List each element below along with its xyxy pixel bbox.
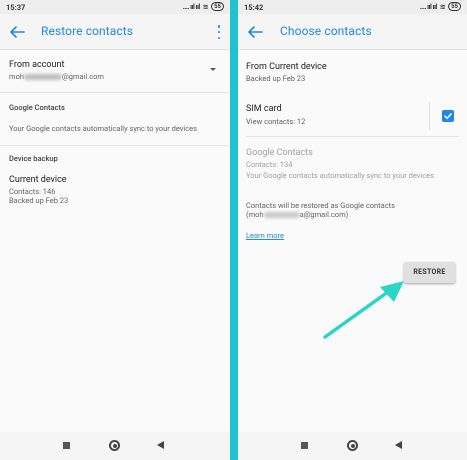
navigation-bar (238, 432, 467, 460)
google-contacts-title: Google Contacts (246, 148, 313, 158)
sim-card-contacts[interactable]: View contacts: 12 (246, 117, 305, 126)
source-backup-date: Backed up Feb 23 (246, 74, 306, 83)
source-title: From Current device (246, 62, 327, 72)
redacted-text (263, 212, 300, 219)
divider (0, 145, 230, 146)
google-contacts-count: Contacts: 134 (246, 160, 293, 169)
status-bar: 15:42 .... ııl ııl ≋ 55 (238, 0, 467, 14)
app-bar: Restore contacts (0, 14, 230, 50)
device-name: Current device (9, 175, 67, 185)
email-prefix: (moh (246, 210, 264, 219)
divider (246, 136, 459, 137)
signal-icon: .... ııl ııl (419, 2, 437, 11)
status-icons: .... ııl ııl ≋ 55 (420, 2, 461, 11)
circle-icon[interactable] (347, 440, 358, 451)
sim-card-option[interactable]: SIM card View contacts: 12 (238, 98, 467, 134)
restore-note-email: (moh a@gmail.com) (246, 210, 348, 219)
divider (0, 92, 230, 93)
status-time: 15:37 (6, 3, 26, 12)
sim-card-title: SIM card (246, 104, 282, 114)
battery-icon: 55 (211, 2, 224, 11)
wifi-icon: ≋ (439, 2, 446, 11)
learn-more-link[interactable]: Learn more (246, 231, 284, 240)
email-prefix: moh (9, 72, 24, 81)
checkbox-checked-icon[interactable] (442, 110, 454, 122)
account-email: moh @gmail.com (9, 72, 104, 81)
page-title: Restore contacts (41, 24, 134, 38)
signal-icon: .... ııl ııl (182, 2, 200, 11)
arrow-left-icon[interactable] (8, 24, 26, 40)
triangle-back-icon[interactable] (157, 441, 164, 449)
right-screen-choose-contacts: 15:42 .... ııl ııl ≋ 55 Choose contacts … (238, 0, 467, 460)
left-screen-restore-contacts: 15:37 .... ııl ııl ≋ 55 Restore contacts… (0, 0, 230, 460)
main-content: From Current device Backed up Feb 23 SIM… (238, 50, 467, 432)
google-contacts-description: Your Google contacts automatically sync … (246, 171, 435, 180)
divider (429, 102, 430, 130)
status-bar: 15:37 .... ııl ııl ≋ 55 (0, 0, 230, 14)
google-contacts-description: Your Google contacts automatically sync … (9, 124, 198, 133)
more-vert-icon[interactable] (216, 25, 222, 39)
circle-icon[interactable] (109, 440, 120, 451)
from-account-label: From account (9, 60, 65, 70)
device-backup-header: Device backup (9, 154, 58, 163)
navigation-bar (0, 432, 230, 460)
triangle-back-icon[interactable] (395, 441, 402, 449)
caret-down-icon[interactable] (210, 68, 216, 71)
square-icon[interactable] (63, 442, 70, 449)
google-contacts-header: Google Contacts (9, 103, 65, 112)
email-suffix: a@gmail.com) (299, 210, 349, 219)
restore-button[interactable]: RESTORE (404, 262, 455, 283)
status-time: 15:42 (244, 3, 264, 12)
main-content: From account moh @gmail.com Google Contac… (0, 50, 230, 432)
square-icon[interactable] (301, 442, 308, 449)
restore-note: Contacts will be restored as Google cont… (246, 201, 395, 210)
google-contacts-option: Google Contacts Contacts: 134 Your Googl… (238, 142, 467, 182)
wifi-icon: ≋ (202, 2, 209, 11)
arrow-pointer-icon (323, 281, 404, 339)
status-icons: .... ııl ııl ≋ 55 (183, 2, 224, 11)
backup-item-current-device[interactable]: Current device Contacts: 146 Backed up F… (0, 168, 230, 208)
email-suffix: @gmail.com (62, 72, 105, 81)
arrow-left-icon[interactable] (246, 24, 264, 40)
device-contacts-count: Contacts: 146 (9, 187, 56, 196)
app-bar: Choose contacts (238, 14, 467, 50)
screenshot-separator (230, 0, 238, 460)
device-backup-date: Backed up Feb 23 (9, 196, 69, 205)
redacted-text (24, 74, 62, 81)
battery-icon: 55 (448, 2, 461, 11)
page-title: Choose contacts (280, 24, 372, 38)
